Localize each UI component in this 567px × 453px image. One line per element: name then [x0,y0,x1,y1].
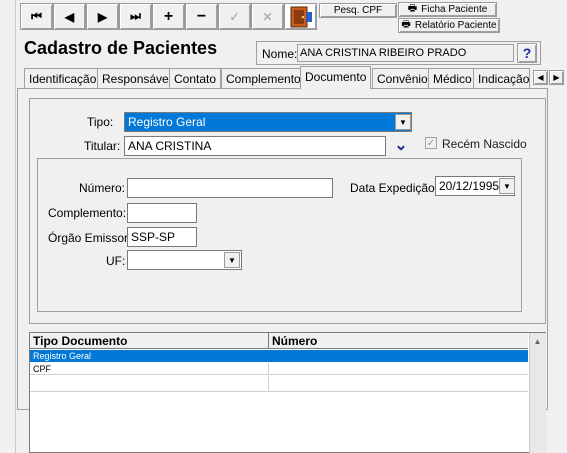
relatorio-paciente-label: Relatório Paciente [414,20,497,31]
printer-icon: 🖶 [407,3,418,14]
pesq-cpf-label: Pesq. CPF [333,5,383,16]
confirm-button[interactable]: ✓ [218,3,251,30]
check-icon: ✓ [229,9,240,24]
add-button[interactable]: + [152,3,185,30]
pesq-cpf-button[interactable]: Pesq. CPF [319,3,397,18]
tipo-value: Registro Geral [128,115,206,129]
plus-icon: + [163,7,174,25]
tab-contato[interactable]: Contato [169,68,222,88]
right-arrow-icon: ▶ [553,73,560,82]
uf-label: UF: [106,254,126,268]
table-cell-numero [269,363,528,375]
date-dropdown-button[interactable]: ▼ [499,178,515,194]
tipo-select[interactable]: Registro Geral [124,112,412,132]
tab-convenio[interactable]: Convênio [372,68,433,88]
column-header-numero[interactable]: Número [269,333,528,349]
printer-icon: 🖶 [401,19,411,30]
last-record-button[interactable]: ⏭ [119,3,152,30]
complemento-field[interactable] [127,203,197,223]
data-expedicao-value: 20/12/1995 [439,179,500,193]
grid-scrollbar[interactable] [529,333,546,453]
prev-icon: ◀ [64,9,75,24]
table-cell-numero [269,376,528,392]
recem-nascido-label: Recém Nascido [442,137,527,151]
last-icon: ⏭ [130,9,141,23]
left-strip [0,0,16,453]
tab-documento[interactable]: Documento [300,66,372,89]
ficha-paciente-label: Ficha Paciente [421,4,488,15]
page-title: Cadastro de Pacientes [24,38,218,58]
help-button[interactable]: ? [517,43,537,63]
data-expedicao-label: Data Expedição: [350,181,439,195]
close-icon: ✕ [262,9,273,24]
prev-record-button[interactable]: ◀ [53,3,86,30]
chevron-down-icon: ▼ [503,181,511,191]
ficha-paciente-button[interactable]: 🖶 Ficha Paciente [398,2,497,17]
recem-nascido-checkbox[interactable]: ✓ [425,137,437,149]
table-row[interactable] [30,376,269,392]
numero-label: Número: [79,181,126,195]
chevron-down-icon: ▼ [399,117,407,127]
tab-complemento[interactable]: Complemento [221,68,306,88]
next-record-button[interactable]: ▶ [86,3,119,30]
left-arrow-icon: ◀ [537,73,544,82]
orgao-emissor-label: Órgão Emissor: [48,231,132,245]
chevron-down-icon: ▼ [228,255,236,265]
next-icon: ▶ [97,9,108,24]
first-record-button[interactable]: ⏮ [20,3,53,30]
titular-lookup-button[interactable]: ⌄ [389,134,413,156]
minus-icon: − [196,7,207,25]
tipo-dropdown-button[interactable]: ▼ [395,114,411,130]
table-row[interactable]: CPF [30,363,269,375]
name-label: Nome: [262,47,298,61]
table-row[interactable]: Registro Geral [30,350,528,362]
delete-button[interactable]: − [185,3,218,30]
table-cell-tipo: Registro Geral [33,351,92,361]
titular-field[interactable]: ANA CRISTINA [124,136,386,156]
chevron-down-icon: ⌄ [394,137,408,154]
titular-label: Titular: [84,139,121,153]
cancel-button[interactable]: ✕ [251,3,284,30]
numero-field[interactable] [127,178,333,198]
name-value: ANA CRISTINA RIBEIRO PRADO [297,44,514,62]
exit-door-icon [290,6,312,27]
uf-dropdown-button[interactable]: ▼ [224,252,240,268]
chevron-up-icon: ▲ [533,337,542,346]
relatorio-paciente-button[interactable]: 🖶 Relatório Paciente [398,18,500,33]
first-icon: ⏮ [31,9,42,23]
tab-medico[interactable]: Médico [428,68,477,88]
complemento-label: Complemento: [48,206,127,220]
help-icon: ? [522,45,532,61]
orgao-emissor-field[interactable]: SSP-SP [127,227,197,247]
tab-scroll-left-button[interactable]: ◀ [533,70,548,85]
tab-indicacao[interactable]: Indicação [473,68,530,88]
tab-scroll-right-button[interactable]: ▶ [549,70,564,85]
column-header-tipo-documento[interactable]: Tipo Documento [30,333,269,349]
tab-responsavel[interactable]: Responsável [97,68,177,88]
tipo-label: Tipo: [87,115,114,129]
tab-identificacao[interactable]: Identificação [24,68,102,88]
exit-door-button[interactable] [284,3,317,30]
scroll-up-button[interactable]: ▲ [530,334,545,349]
table-cell-tipo: CPF [33,364,51,374]
